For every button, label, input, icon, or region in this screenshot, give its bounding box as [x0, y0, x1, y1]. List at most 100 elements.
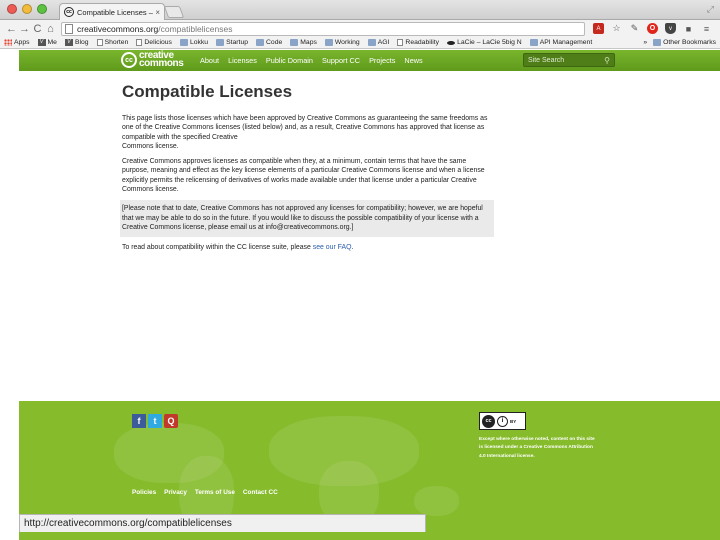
bookmarks-right: » Other Bookmarks: [643, 39, 716, 46]
star-icon[interactable]: ☆: [611, 23, 622, 34]
browser-window: cc Compatible Licenses – Cre × ⤢ ← → C ⌂…: [0, 0, 720, 540]
nav-public-domain[interactable]: Public Domain: [266, 56, 313, 65]
folder-icon: [179, 39, 188, 46]
other-bookmarks[interactable]: Other Bookmarks: [653, 39, 716, 46]
social-links: f t Q: [132, 414, 178, 428]
bookmark-lokku[interactable]: Lokku: [179, 39, 209, 46]
bookmarks-overflow-button[interactable]: »: [643, 39, 647, 46]
footer-link-terms[interactable]: Terms of Use: [195, 489, 235, 496]
window-controls: [7, 4, 47, 14]
back-button[interactable]: ←: [5, 23, 18, 35]
bookmark-me[interactable]: V Me: [37, 39, 57, 46]
question-icon[interactable]: Q: [164, 414, 178, 428]
bookmark-lacie[interactable]: LaCie – LaCie 5big N: [447, 39, 522, 46]
new-tab-button[interactable]: [163, 6, 185, 18]
folder-icon: [216, 39, 225, 46]
pocket-icon[interactable]: v: [665, 23, 676, 34]
minimize-window-button[interactable]: [22, 4, 32, 14]
footer-links: Policies Privacy Terms of Use Contact CC: [132, 489, 278, 496]
bookmark-agi[interactable]: AGI: [367, 39, 389, 46]
compatibility-note: [Please note that to date, Creative Comm…: [120, 200, 494, 238]
page-icon: [65, 23, 73, 34]
nav-support-cc[interactable]: Support CC: [322, 56, 360, 65]
bookmark-working[interactable]: Working: [324, 39, 360, 46]
folder-icon: [256, 39, 265, 46]
page-icon: [397, 39, 404, 46]
main-content: Compatible Licenses This page lists thos…: [120, 82, 494, 259]
close-window-button[interactable]: [7, 4, 17, 14]
bookmark-code[interactable]: Code: [256, 39, 282, 46]
badge-by-label: BY: [510, 418, 517, 424]
approval-paragraph: Creative Commons approves licenses as co…: [122, 158, 485, 194]
title-bar: cc Compatible Licenses – Cre × ⤢: [0, 0, 720, 20]
faq-suffix: .: [351, 244, 354, 252]
twitter-icon[interactable]: t: [148, 414, 162, 428]
nav-about[interactable]: About: [200, 56, 219, 65]
faq-text: To read about compatibility within the C…: [122, 244, 313, 252]
pdf-icon[interactable]: A: [593, 23, 604, 34]
bookmark-label: Delicious: [144, 39, 172, 46]
bookmark-maps[interactable]: Maps: [290, 39, 317, 46]
cc-favicon-icon: cc: [64, 7, 74, 17]
bookmark-api-management[interactable]: API Management: [529, 39, 592, 46]
extension-icon[interactable]: ■: [683, 23, 694, 34]
status-bubble: http://creativecommons.org/compatiblelic…: [19, 514, 426, 532]
license-notice: Except where otherwise noted, content on…: [479, 437, 595, 459]
bookmarks-bar: Apps V Me V Blog Shorten Delicious Lokku S…: [0, 37, 720, 49]
zoom-window-button[interactable]: [37, 4, 47, 14]
nav-news[interactable]: News: [404, 56, 422, 65]
search-icon[interactable]: ⚲: [604, 56, 610, 65]
fullscreen-icon[interactable]: ⤢: [707, 4, 714, 15]
bookmark-shorten[interactable]: Shorten: [96, 39, 128, 46]
footer-link-contact[interactable]: Contact CC: [243, 489, 278, 496]
home-button[interactable]: ⌂: [44, 23, 57, 35]
address-bar[interactable]: creativecommons.org /compatiblelicenses: [61, 21, 585, 36]
cc-logo-icon: cc: [121, 52, 137, 68]
attribution-icon: i: [497, 415, 508, 427]
footer-link-policies[interactable]: Policies: [132, 489, 156, 496]
bookmark-label: LaCie – LaCie 5big N: [457, 39, 522, 46]
faq-link[interactable]: see our FAQ: [313, 244, 352, 251]
site-search-input[interactable]: Site Search ⚲: [523, 53, 615, 67]
nav-licenses[interactable]: Licenses: [228, 56, 257, 65]
page-title: Compatible Licenses: [122, 82, 293, 101]
url-path: /compatiblelicenses: [158, 23, 233, 34]
wrench-icon[interactable]: ✎: [629, 23, 640, 34]
bookmark-label: Me: [47, 39, 57, 46]
cc-by-license-badge[interactable]: cc i BY: [479, 412, 526, 430]
extension-icons: A ☆ ✎ O v ■ ≡: [593, 23, 712, 34]
bookmark-readability[interactable]: Readability: [397, 39, 439, 46]
tab-close-icon[interactable]: ×: [155, 8, 160, 17]
bookmark-label: Blog: [74, 39, 89, 46]
menu-icon[interactable]: ≡: [701, 23, 712, 34]
main-nav: About Licenses Public Domain Support CC …: [200, 56, 423, 65]
creative-commons-logo[interactable]: cc creative commons: [121, 51, 184, 69]
active-tab[interactable]: cc Compatible Licenses – Cre ×: [59, 3, 165, 20]
footer-link-privacy[interactable]: Privacy: [164, 489, 187, 496]
folder-icon: [529, 39, 538, 46]
status-url: http://creativecommons.org/compatiblelic…: [24, 518, 232, 529]
url-host: creativecommons.org: [77, 23, 159, 34]
nav-projects[interactable]: Projects: [369, 56, 395, 65]
opera-icon[interactable]: O: [647, 23, 658, 34]
page-icon: [96, 39, 103, 46]
site-search-placeholder: Site Search: [528, 56, 565, 64]
forward-button[interactable]: →: [18, 23, 31, 35]
v-icon: V: [64, 39, 73, 46]
bookmark-label: Code: [266, 39, 283, 46]
folder-icon: [324, 39, 333, 46]
intro-text: This page lists those licenses which hav…: [122, 115, 488, 141]
facebook-icon[interactable]: f: [132, 414, 146, 428]
bookmark-label: Working: [334, 39, 360, 46]
bookmark-delicious[interactable]: Delicious: [136, 39, 172, 46]
bookmark-label: Other Bookmarks: [663, 39, 716, 46]
apps-icon: [4, 39, 12, 46]
bookmark-blog[interactable]: V Blog: [64, 39, 89, 46]
reload-button[interactable]: C: [31, 23, 44, 35]
bookmark-label: Readability: [405, 39, 440, 46]
bookmark-label: Lokku: [189, 39, 209, 46]
bookmark-startup[interactable]: Startup: [216, 39, 248, 46]
tab-title: Compatible Licenses – Cre: [77, 7, 153, 17]
folder-icon: [653, 39, 662, 46]
bookmark-apps[interactable]: Apps: [4, 39, 30, 46]
